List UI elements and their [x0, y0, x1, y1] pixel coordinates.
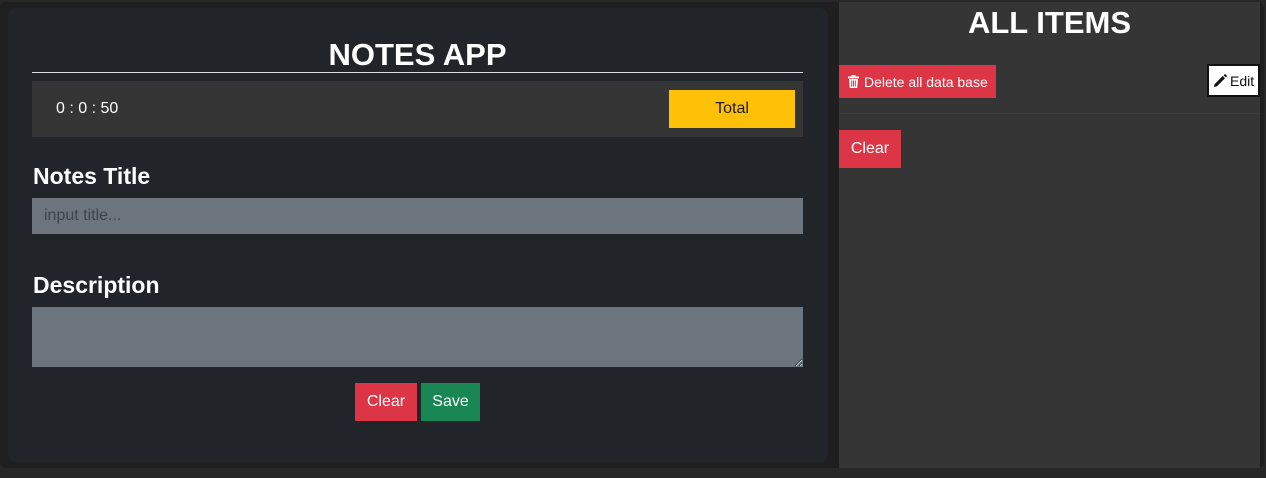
- pencil-icon: [1213, 73, 1227, 88]
- total-button[interactable]: Total: [669, 90, 795, 128]
- edit-label: Edit: [1230, 72, 1255, 89]
- delete-all-label: Delete all data base: [864, 73, 988, 90]
- app-window: NOTES APP 0 : 0 : 50 Total Notes Title D…: [0, 0, 1266, 478]
- notes-panel: NOTES APP 0 : 0 : 50 Total Notes Title D…: [8, 8, 828, 462]
- timer-display: 0 : 0 : 50: [56, 100, 119, 117]
- notes-title-input[interactable]: [32, 198, 803, 234]
- save-button[interactable]: Save: [421, 383, 480, 421]
- timer-bar: 0 : 0 : 50 Total: [32, 81, 803, 137]
- clear-items-button[interactable]: Clear: [839, 130, 901, 168]
- items-title: ALL ITEMS: [967, 5, 1132, 40]
- page-title: NOTES APP: [32, 36, 803, 73]
- edit-button[interactable]: Edit: [1207, 64, 1260, 97]
- items-toolbar: Delete all data base Edit: [839, 62, 1260, 114]
- items-panel: ALL ITEMS Delete all data base Edit Clea…: [839, 2, 1260, 468]
- description-textarea[interactable]: [32, 307, 803, 367]
- notes-title-label: Notes Title: [33, 163, 151, 189]
- description-label: Description: [33, 272, 160, 298]
- trash-icon: [848, 75, 859, 88]
- delete-all-button[interactable]: Delete all data base: [839, 65, 996, 98]
- clear-form-button[interactable]: Clear: [355, 383, 417, 421]
